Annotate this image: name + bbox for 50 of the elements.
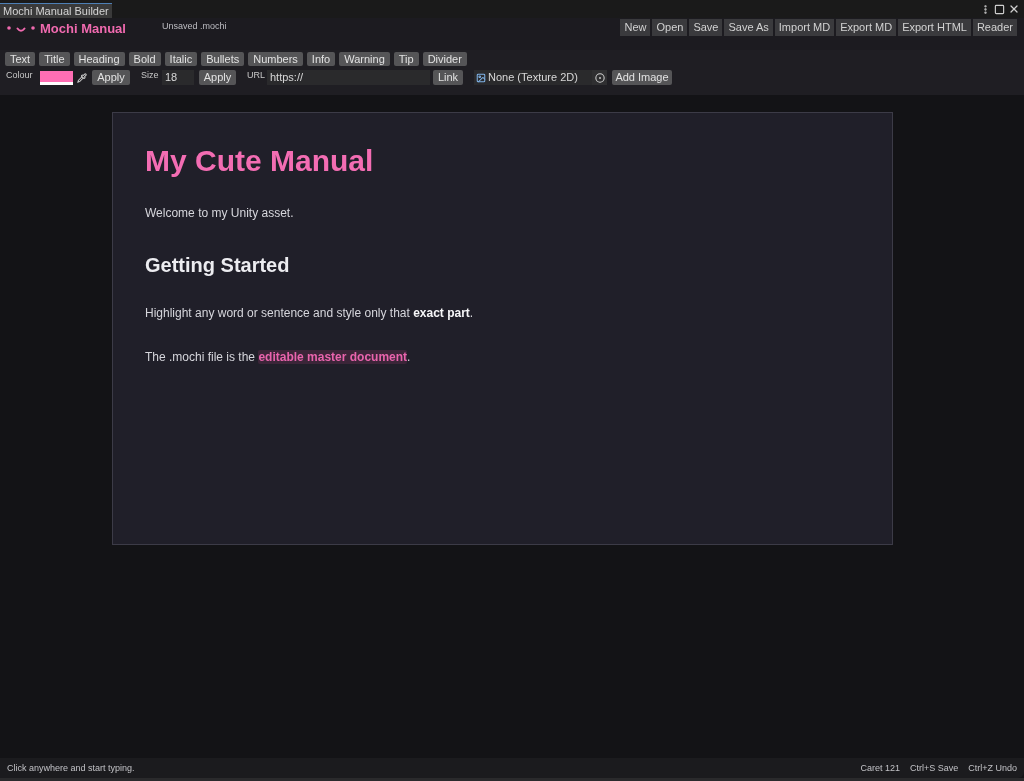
toolbar-button[interactable]: Reader [972, 19, 1017, 36]
format-button[interactable]: Text [5, 52, 36, 66]
shortcut-hint: Ctrl+Z Undo [968, 762, 1017, 774]
toolbar-button[interactable]: Save [689, 19, 723, 36]
add-image-button[interactable]: Add Image [612, 70, 672, 85]
target-icon [594, 72, 605, 83]
paragraph-text: The .mochi file is the editable master document. [145, 349, 411, 365]
paragraph-text: Welcome to my Unity asset. [145, 205, 294, 221]
eyedropper-icon[interactable] [77, 72, 87, 83]
apply-button[interactable]: Apply [92, 70, 130, 85]
colour-label: Colour [6, 70, 34, 81]
caret-position: Caret 121 [860, 762, 900, 774]
document-page[interactable]: My Cute Manual Welcome to my Unity asset. Getting Started Highlight any word or sentence and style only that exact part. The .mochi file is the editable master document. [112, 112, 893, 545]
object-picker-button[interactable] [592, 70, 607, 85]
toolbar-button[interactable]: New [620, 19, 651, 36]
format-button[interactable]: Divider [422, 52, 467, 66]
format-button[interactable]: Warning [339, 52, 390, 66]
texture-field[interactable]: None (Texture 2D) [474, 70, 592, 85]
status-hint: Click anywhere and start typing. [7, 762, 135, 774]
toolbar-button[interactable]: Save As [724, 19, 773, 36]
format-button[interactable]: Italic [164, 52, 198, 66]
colour-swatch[interactable] [40, 70, 73, 85]
file-status: Unsaved .mochi [161, 20, 227, 32]
toolbar-button[interactable]: Open [652, 19, 688, 36]
maximize-icon[interactable] [994, 3, 1005, 15]
format-button[interactable]: Bold [128, 52, 161, 66]
format-button[interactable]: Info [306, 52, 336, 66]
image-icon [476, 72, 486, 83]
url-label: URL [247, 70, 266, 81]
toolbar-button[interactable]: Import MD [774, 19, 835, 36]
smiley-face-logo-icon [7, 24, 35, 34]
format-button[interactable]: Numbers [248, 52, 303, 66]
section-heading: Getting Started [145, 253, 290, 277]
format-button[interactable]: Tip [393, 52, 419, 66]
size-input[interactable]: 18 [162, 70, 194, 85]
apply-button[interactable]: Apply [199, 70, 236, 85]
size-label: Size [141, 70, 160, 81]
document-title: My Cute Manual [145, 145, 374, 177]
toolbar-button[interactable]: Export MD [836, 19, 897, 36]
format-button[interactable]: Heading [73, 52, 125, 66]
shortcut-hint: Ctrl+S Save [909, 762, 959, 774]
close-icon[interactable] [1008, 3, 1020, 15]
window-tab[interactable]: Mochi Manual Builder [0, 3, 112, 18]
paragraph-text: Highlight any word or sentence and style only that exact part. [145, 305, 474, 321]
url-input[interactable]: https:// [267, 70, 430, 85]
toolbar-button[interactable]: Export HTML [898, 19, 971, 36]
format-button[interactable]: Title [39, 52, 70, 66]
link-button[interactable]: Link [433, 70, 463, 85]
format-button[interactable]: Bullets [201, 52, 245, 66]
app-name: Mochi Manual [40, 21, 126, 37]
